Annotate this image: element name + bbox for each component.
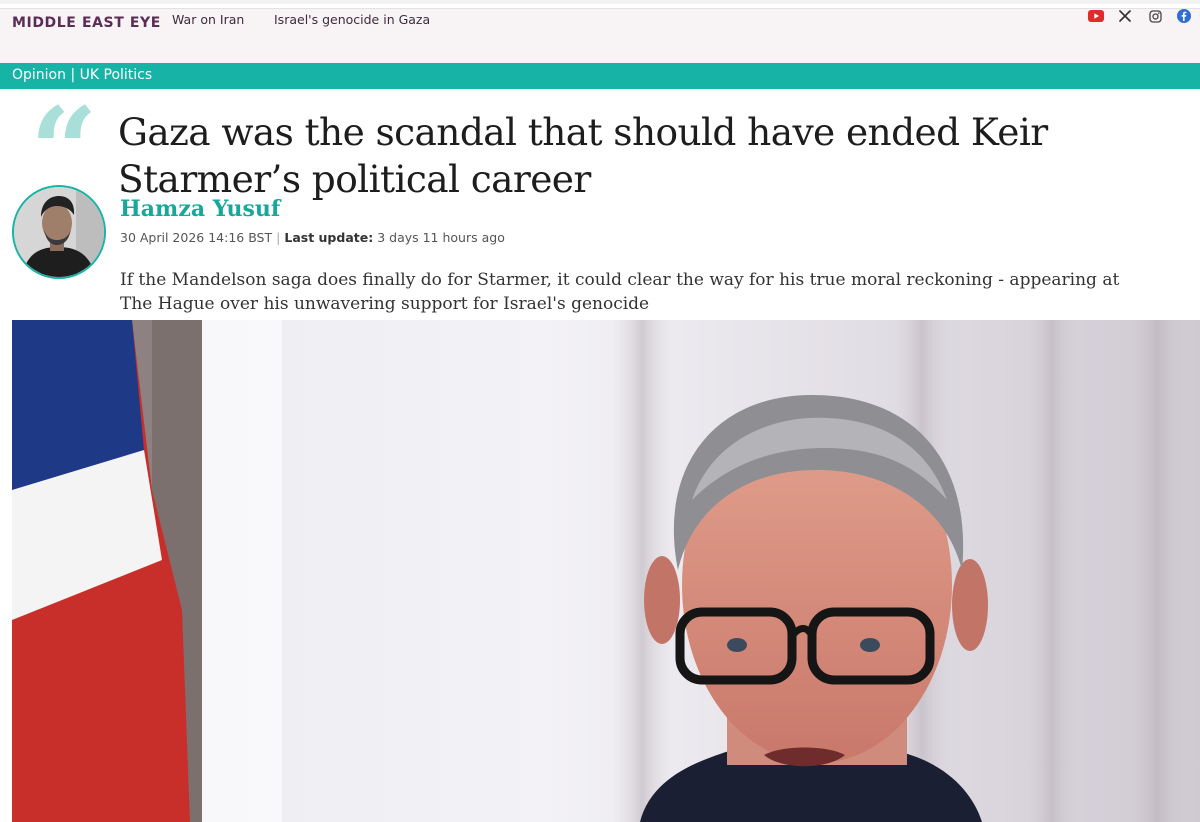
site-logo[interactable]: MIDDLE EAST EYE (12, 15, 161, 31)
browser-chrome-edge (0, 0, 1200, 4)
hero-image (12, 320, 1200, 822)
author-name[interactable]: Hamza Yusuf (120, 196, 280, 222)
meta-separator: | (276, 230, 281, 245)
last-update-label: Last update: (284, 230, 374, 245)
facebook-icon[interactable] (1175, 9, 1193, 23)
youtube-icon[interactable] (1087, 9, 1105, 23)
instagram-icon[interactable] (1146, 9, 1164, 23)
article-meta: 30 April 2026 14:16 BST | Last update: 3 d… (120, 230, 505, 245)
browser-chrome-strip (0, 0, 1200, 9)
article-title: Gaza was the scandal that should have en… (118, 110, 1048, 201)
x-icon[interactable] (1116, 9, 1134, 23)
last-update-value: 3 days 11 hours ago (377, 230, 505, 245)
article-standfirst: If the Mandelson saga does finally do fo… (120, 270, 1120, 314)
nav-link-gaza[interactable]: Israel's genocide in Gaza (274, 12, 430, 27)
author-avatar[interactable] (12, 185, 106, 279)
site-header: MIDDLE EAST EYE War on Iran Israel's gen… (0, 9, 1200, 63)
published-date: 30 April 2026 14:16 BST (120, 230, 273, 245)
section-bar: Opinion | UK Politics (0, 63, 1200, 89)
nav-link-war-on-iran[interactable]: War on Iran (172, 12, 244, 27)
